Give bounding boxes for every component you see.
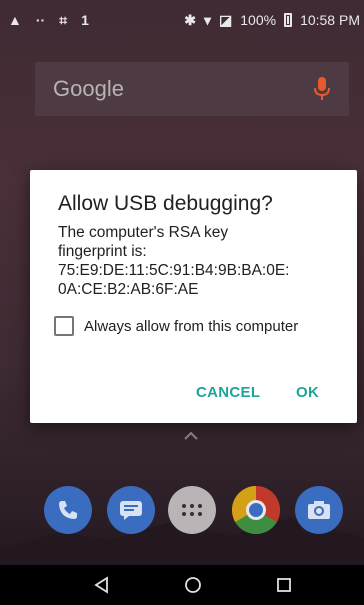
back-icon[interactable] <box>92 575 112 595</box>
always-allow-label: Always allow from this computer <box>84 317 299 335</box>
google-logo: Google <box>53 76 124 101</box>
messages-icon[interactable] <box>107 486 155 534</box>
mic-icon[interactable] <box>313 76 331 102</box>
google-search-bar[interactable]: Google <box>35 62 349 116</box>
usb-debugging-dialog: Allow USB debugging? The computer's RSA … <box>30 170 357 423</box>
wifi-icon: ▾ <box>203 12 212 28</box>
chevron-up-icon[interactable] <box>184 430 198 440</box>
always-allow-option[interactable]: Always allow from this computer <box>54 316 298 336</box>
phone-icon[interactable] <box>44 486 92 534</box>
recents-icon[interactable] <box>274 575 294 595</box>
chrome-icon[interactable] <box>232 486 280 534</box>
always-allow-checkbox[interactable] <box>54 316 74 336</box>
alert-icon: ▲ <box>8 12 22 28</box>
battery-percent: 100% <box>240 12 277 28</box>
ok-button[interactable]: OK <box>296 384 319 401</box>
app-drawer-icon[interactable] <box>168 486 216 534</box>
cancel-button[interactable]: CANCEL <box>196 384 260 401</box>
home-icon[interactable] <box>183 575 203 595</box>
status-bar: ▲ ·· ⌗ 1 ✱ ▾ ◪ 100% 10:58 PM <box>0 0 364 40</box>
navigation-bar <box>0 565 364 605</box>
dialog-message: The computer's RSA key fingerprint is: 7… <box>58 224 290 298</box>
more-dots-icon: ·· <box>35 12 46 28</box>
no-sim-icon: ◪ <box>219 12 233 28</box>
dialog-title: Allow USB debugging? <box>58 192 273 215</box>
scan-icon: ⌗ <box>59 12 68 28</box>
sim-1-label: 1 <box>81 12 89 28</box>
battery-icon <box>284 13 293 27</box>
clock: 10:58 PM <box>300 12 360 28</box>
bluetooth-icon: ✱ <box>184 12 196 28</box>
camera-icon[interactable] <box>295 486 343 534</box>
